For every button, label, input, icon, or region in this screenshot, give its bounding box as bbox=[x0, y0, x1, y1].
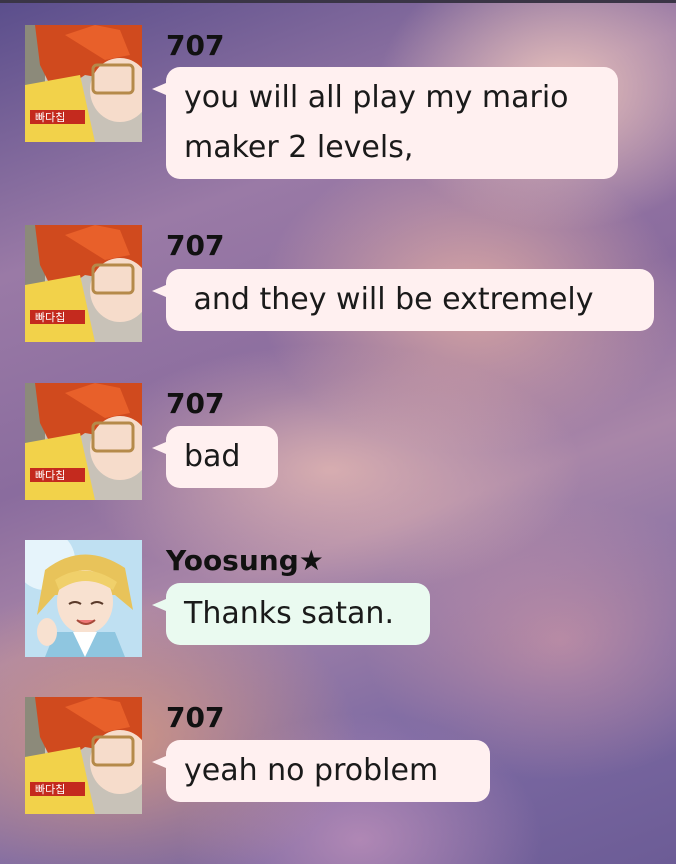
avatar[interactable]: 빠다칩 bbox=[25, 383, 142, 500]
yoosung-avatar-icon bbox=[25, 540, 142, 657]
svg-text:빠다칩: 빠다칩 bbox=[35, 783, 65, 796]
saeyoung-avatar-icon: 빠다칩 bbox=[25, 697, 142, 814]
svg-text:빠다칩: 빠다칩 bbox=[35, 111, 65, 124]
message-line: maker 2 levels, bbox=[184, 130, 414, 165]
message-bubble[interactable]: and they will be extremely bbox=[152, 269, 654, 331]
avatar[interactable]: 빠다칩 bbox=[25, 697, 142, 814]
avatar[interactable]: 빠다칩 bbox=[25, 225, 142, 342]
message-line: and they will be extremely bbox=[184, 282, 594, 317]
message-bubble[interactable]: Thanks satan. bbox=[152, 583, 430, 645]
saeyoung-avatar-icon: 빠다칩 bbox=[25, 225, 142, 342]
avatar[interactable]: 빠다칩 bbox=[25, 25, 142, 142]
sender-name: Yoosung★ bbox=[166, 544, 324, 577]
message-line: Thanks satan. bbox=[184, 596, 394, 631]
top-bar bbox=[0, 0, 676, 3]
message-line: bad bbox=[184, 439, 241, 474]
message-bubble[interactable]: yeah no problem bbox=[152, 740, 490, 802]
message-line: yeah no problem bbox=[184, 753, 439, 788]
saeyoung-avatar-icon: 빠다칩 bbox=[25, 383, 142, 500]
sender-name: 707 bbox=[166, 387, 225, 420]
message-bubble[interactable]: you will all play my mario maker 2 level… bbox=[152, 67, 618, 179]
message-bubble[interactable]: bad bbox=[152, 426, 278, 488]
saeyoung-avatar-icon: 빠다칩 bbox=[25, 25, 142, 142]
message-line: you will all play my mario bbox=[184, 80, 569, 115]
svg-text:빠다칩: 빠다칩 bbox=[35, 311, 65, 324]
svg-text:빠다칩: 빠다칩 bbox=[35, 469, 65, 482]
sender-name: 707 bbox=[166, 701, 225, 734]
sender-name: 707 bbox=[166, 229, 225, 262]
avatar[interactable] bbox=[25, 540, 142, 657]
sender-name: 707 bbox=[166, 29, 225, 62]
